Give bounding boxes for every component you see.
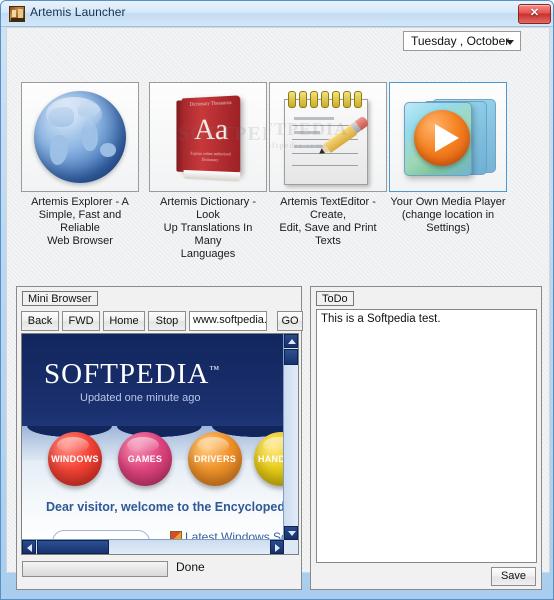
todo-tab[interactable]: ToDo [316,291,354,306]
browser-horizontal-scrollbar[interactable] [22,539,284,554]
forward-button[interactable]: FWD [62,311,100,331]
arrow-down-icon [288,531,296,536]
dictionary-book-icon: Dictionary Thesaurus Aa Explain online a… [175,95,247,183]
date-picker[interactable]: Tuesday , October [403,31,521,51]
url-input[interactable]: www.softpedia.com [189,311,267,331]
scroll-up-button[interactable] [284,334,298,348]
window-title: Artemis Launcher [30,5,126,19]
app-tile-caption: Your Own Media Player (change location i… [390,196,506,234]
date-picker-value: Tuesday , October [411,34,510,48]
vertical-scroll-thumb[interactable] [284,349,298,365]
title-bar: Artemis Launcher ✕ [1,1,553,27]
mini-browser-panel: Mini Browser Back FWD Home Stop www.soft… [16,286,303,590]
category-drivers[interactable]: DRIVERS [188,432,242,486]
app-tile-dictionary[interactable]: Dictionary Thesaurus Aa Explain online a… [149,82,267,261]
notepad-pencil-icon [284,91,372,185]
save-button[interactable]: Save [491,567,536,586]
app-thumb-mediaplayer [389,82,507,192]
browser-status-text: Done [176,560,205,574]
stop-button[interactable]: Stop [148,311,186,331]
scrollbar-corner [284,540,298,554]
arrow-right-icon [275,544,280,552]
logo-text: SOFTPEDIA [44,358,210,390]
globe-icon [34,91,126,183]
category-windows[interactable]: WINDOWS [48,432,102,486]
app-thumb-texteditor: SOFTPEDIA www.softpedia.com [269,82,387,192]
go-button[interactable]: GO [277,311,303,331]
todo-panel: ToDo This is a Softpedia test. Save [310,286,542,590]
app-tile-caption: Artemis Dictionary - Look Up Translation… [160,196,256,260]
close-button[interactable]: ✕ [518,4,551,24]
app-thumb-explorer [21,82,139,192]
scroll-left-button[interactable] [22,540,36,554]
softpedia-logo: SOFTPEDIA™ [44,358,220,391]
app-icon [9,6,25,22]
application-window: Artemis Launcher ✕ Tuesday , October Art… [0,0,554,600]
media-player-icon [402,97,496,179]
category-games[interactable]: GAMES [118,432,172,486]
chevron-down-icon [506,40,514,45]
scroll-right-button[interactable] [270,540,284,554]
mini-browser-tab[interactable]: Mini Browser [22,291,98,306]
launcher-tiles: Artemis Explorer - A Simple, Fast and Re… [21,82,534,262]
app-tile-caption: Artemis TextEditor - Create, Edit, Save … [279,196,377,247]
horizontal-scroll-thumb[interactable] [37,540,109,554]
page-load-progressbar [22,561,168,577]
app-tile-explorer[interactable]: Artemis Explorer - A Simple, Fast and Re… [21,82,139,248]
browser-vertical-scrollbar[interactable] [283,334,298,540]
scroll-down-button[interactable] [284,526,298,540]
web-page-content: SOFTPEDIA™ Updated one minute ago WINDOW… [22,334,286,542]
page-welcome-text: Dear visitor, welcome to the Encyclopedi… [46,500,286,514]
close-icon: ✕ [529,7,540,19]
app-tile-texteditor[interactable]: SOFTPEDIA www.softpedia.com Artemis Text… [269,82,387,248]
browser-viewport[interactable]: SOFTPEDIA™ Updated one minute ago WINDOW… [21,333,299,555]
arrow-left-icon [27,544,32,552]
book-letters: Aa [194,112,229,147]
trademark-icon: ™ [209,364,221,376]
app-thumb-dictionary: Dictionary Thesaurus Aa Explain online a… [149,82,267,192]
browser-toolbar: Back FWD Home Stop www.softpedia.com GO [21,311,303,331]
book-subtitle: Explain online authorized Dictionary [190,150,231,163]
page-updated-text: Updated one minute ago [80,392,201,404]
todo-textarea[interactable]: This is a Softpedia test. [316,309,537,563]
app-tile-caption: Artemis Explorer - A Simple, Fast and Re… [31,196,129,247]
arrow-up-icon [288,339,296,344]
client-area: Tuesday , October Artemis Explorer - A S… [6,27,550,590]
back-button[interactable]: Back [21,311,59,331]
home-button[interactable]: Home [103,311,145,331]
app-tile-mediaplayer[interactable]: Your Own Media Player (change location i… [389,82,507,235]
